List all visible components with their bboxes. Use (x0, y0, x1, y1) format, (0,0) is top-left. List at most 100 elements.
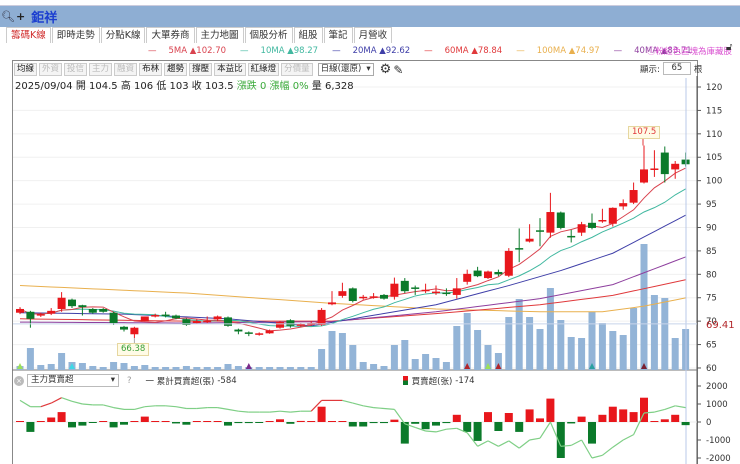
volume-bar (578, 338, 586, 370)
pen-icon[interactable]: ✎ (393, 63, 403, 77)
candle-body[interactable] (577, 224, 586, 233)
candle-body[interactable] (68, 299, 76, 307)
candle-body[interactable] (151, 315, 160, 317)
toolbar-button[interactable]: 紅綠燈 (247, 63, 280, 76)
toolbar-button[interactable]: 融資 (114, 63, 138, 76)
candle-body[interactable] (463, 273, 472, 282)
candle-body[interactable] (161, 314, 170, 317)
candle-body[interactable] (317, 309, 326, 325)
candle-body[interactable] (203, 320, 212, 323)
candle-body[interactable] (640, 169, 648, 183)
toolbar-button[interactable]: 撐壓 (189, 63, 213, 76)
gear-icon[interactable]: ⚙ (380, 62, 392, 77)
candle-body[interactable] (224, 317, 232, 326)
candle-body[interactable] (140, 316, 149, 322)
candle-body[interactable] (255, 333, 264, 335)
candle-body[interactable] (234, 329, 243, 332)
candle-body[interactable] (484, 271, 492, 279)
candle-body[interactable] (369, 296, 378, 298)
net-bar (525, 409, 534, 422)
candle-body[interactable] (78, 305, 87, 308)
candle-body[interactable] (598, 219, 607, 222)
candle-body[interactable] (619, 203, 628, 207)
candle-body[interactable] (494, 271, 503, 275)
toolbar-button[interactable]: 投信 (64, 63, 88, 76)
candle-body[interactable] (421, 289, 430, 292)
net-value: -174 (455, 375, 475, 386)
cum-label: 一 累計買賣超(張) (145, 376, 215, 387)
toolbar-button[interactable]: 主力 (89, 63, 113, 76)
candle-body[interactable] (546, 212, 555, 233)
net-bar (192, 421, 201, 422)
candle-body[interactable] (650, 168, 659, 170)
candle-body[interactable] (525, 238, 534, 242)
candle-body[interactable] (629, 190, 638, 203)
candle-body[interactable] (16, 308, 24, 313)
candle-body[interactable] (26, 311, 35, 319)
candle-body[interactable] (359, 296, 368, 299)
candle-body[interactable] (213, 316, 222, 320)
net-bar (546, 398, 555, 422)
candle-body[interactable] (504, 250, 513, 276)
volume-bar (442, 362, 450, 370)
volume-bar (557, 320, 565, 370)
candle-body[interactable] (120, 326, 128, 330)
candle-body[interactable] (265, 330, 274, 334)
candle-body[interactable] (473, 270, 482, 277)
net-bar (598, 414, 607, 422)
candle-body[interactable] (109, 312, 118, 324)
volume-bar (26, 348, 34, 370)
candle-body[interactable] (556, 212, 565, 228)
indicator-select[interactable]: 主力買賣超 ▾ (27, 374, 119, 387)
candle-body[interactable] (47, 310, 56, 314)
candle-body[interactable] (130, 327, 139, 335)
candle-body[interactable] (348, 288, 357, 302)
help-icon[interactable]: ? (127, 376, 132, 386)
candle-body[interactable] (671, 163, 680, 170)
toolbar-button[interactable]: 均線 (14, 63, 38, 76)
net-bar (577, 416, 586, 422)
toolbar-button[interactable]: 分價量 (281, 63, 313, 76)
candle-body[interactable] (567, 235, 576, 238)
candle-body[interactable] (192, 321, 201, 324)
candle-body[interactable] (432, 291, 440, 294)
net-bar (380, 422, 388, 424)
toolbar-button[interactable]: 趨勢 (164, 63, 188, 76)
candle-body[interactable] (536, 230, 544, 232)
ohlc-info: 2025/09/04 開 104.5 高 106 低 103 收 103.5 漲… (15, 77, 354, 92)
candle-body[interactable] (515, 248, 524, 250)
candle-body[interactable] (57, 297, 66, 309)
toolbar-button[interactable]: 本益比 (214, 63, 246, 76)
candle-body[interactable] (411, 287, 420, 289)
event-marker[interactable] (245, 363, 252, 369)
candle-body[interactable] (400, 280, 409, 292)
display-label: 顯示: (640, 64, 660, 75)
candle-body[interactable] (660, 152, 669, 175)
candle-body[interactable] (380, 294, 388, 299)
candle-body[interactable] (244, 332, 253, 334)
candle-body[interactable] (442, 292, 451, 295)
volume-bar (370, 364, 378, 370)
candle-body[interactable] (328, 302, 336, 305)
candle-body[interactable] (338, 291, 347, 296)
cumulative-line-segment (498, 440, 510, 447)
close-indicator-icon[interactable]: × (14, 375, 24, 386)
candle-body[interactable] (452, 288, 461, 295)
candle-body[interactable] (286, 320, 295, 326)
volume-value: 6,328 (324, 81, 354, 92)
candle-body[interactable] (88, 308, 97, 313)
display-count-input[interactable]: 65 (662, 62, 691, 75)
cumulative-line-segment (113, 407, 125, 410)
candle-body[interactable] (99, 308, 108, 312)
candle-body[interactable] (588, 222, 596, 228)
toolbar-button[interactable]: 外資 (39, 63, 63, 76)
toolbar-button[interactable]: 布林 (139, 63, 163, 76)
cumulative-line-segment (279, 410, 291, 413)
candle-body[interactable] (36, 314, 45, 316)
candle-body[interactable] (172, 315, 180, 319)
candle-body[interactable] (390, 283, 399, 297)
candle-body[interactable] (276, 322, 284, 328)
high-label: 高 (120, 81, 131, 92)
candle-body[interactable] (608, 207, 617, 224)
period-select[interactable]: 日線(還原) ▾ (317, 63, 374, 76)
